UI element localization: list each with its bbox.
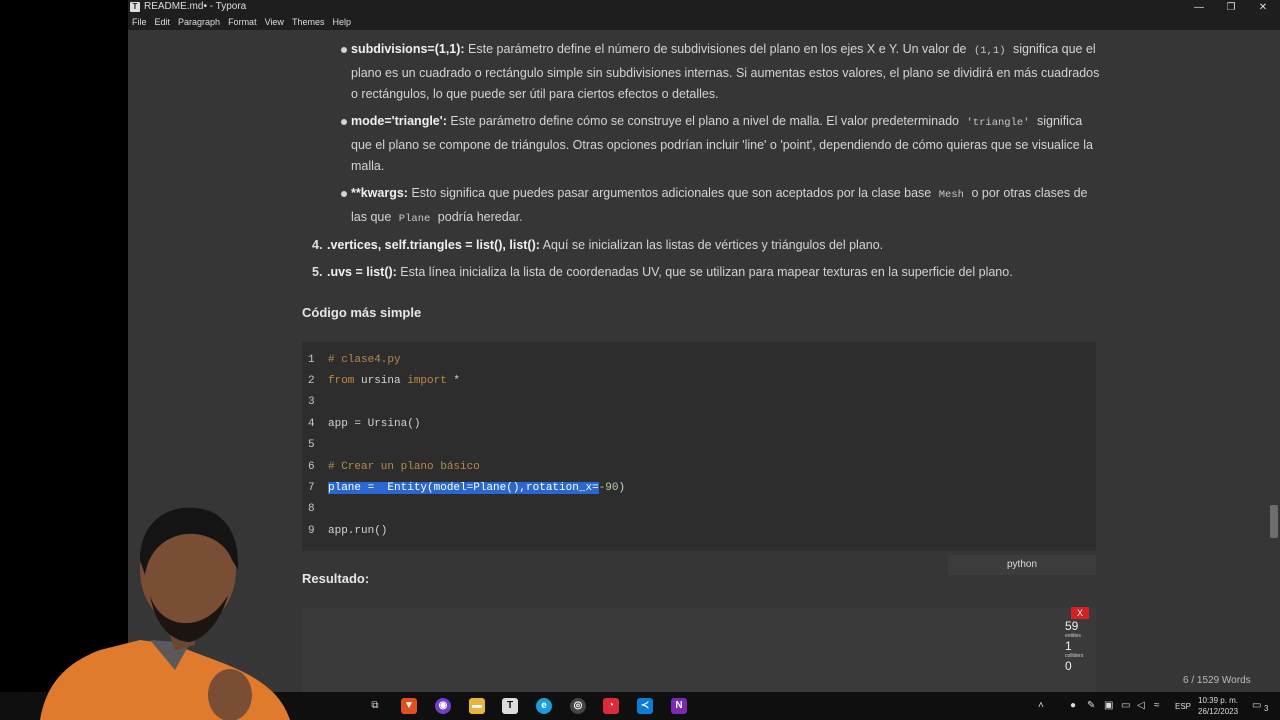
notification-icon[interactable]: ▭ [1252, 700, 1261, 711]
bullet-kwargs-text1: Esto significa que puedes pasar argument… [407, 186, 932, 200]
typora-window: T README.md• - Typora — ❐ ✕ File Edit Para… [128, 0, 1280, 692]
code-line: 5 [308, 439, 315, 451]
clock-date: 26/12/2023 [1198, 707, 1239, 716]
typora-taskbar-icon[interactable]: T [502, 698, 518, 714]
numbered-item-5-term: .uvs = list(): [327, 265, 397, 279]
wifi-icon[interactable]: ≈ [1154, 700, 1160, 711]
code-block[interactable]: 1 # clase4.py 2 from ursina import * 3 4 ap… [302, 342, 1096, 551]
code-line: 6 # Crear un plano básico [308, 461, 480, 473]
menu-view[interactable]: View [261, 15, 288, 29]
github-icon[interactable]: ◉ [435, 698, 451, 714]
clock-time: 10:39 p. m. [1198, 696, 1239, 705]
menu-format[interactable]: Format [224, 15, 261, 29]
notification-count: 3 [1264, 704, 1269, 713]
brave-icon[interactable]: ▼ [401, 698, 417, 714]
bullet-subdivisions-term: subdivisions=(1,1): [351, 42, 465, 56]
close-button[interactable]: ✕ [1248, 0, 1278, 15]
network-icon[interactable]: ▭ [1121, 700, 1130, 711]
task-view-icon[interactable]: ⧉ [367, 698, 383, 714]
volume-icon[interactable]: ◁ [1137, 700, 1145, 711]
bullet-kwargs-term: **kwargs: [351, 186, 408, 200]
typora-app-icon: T [130, 2, 140, 12]
bullet-subdivisions-text1: Este parámetro define el número de subdi… [464, 42, 967, 56]
code-line: 8 [308, 503, 315, 515]
ursina-stats-overlay: X 59 entities 1 colliders 0 [1065, 607, 1095, 673]
menu-themes[interactable]: Themes [288, 15, 329, 29]
language-indicator[interactable]: ESP [1175, 702, 1191, 711]
obs-icon[interactable]: ◎ [570, 698, 586, 714]
menu-edit[interactable]: Edit [151, 15, 175, 29]
numbered-item-4-term: .vertices, self.triangles = list(), list… [327, 238, 540, 252]
inline-code: Plane [398, 212, 431, 225]
numbered-item-5-text: Esta línea inicializa la lista de coorde… [396, 265, 1013, 279]
bullet-kwargs-text3: podría heredar. [437, 209, 523, 224]
numbered-item-5: .uvs = list(): Esta línea inicializa la … [327, 265, 1127, 279]
scrollbar-thumb[interactable] [1270, 505, 1278, 538]
code-line: 2 from ursina import * [308, 375, 461, 387]
editor-content[interactable]: subdivisions=(1,1): Este parámetro defin… [128, 30, 1280, 692]
title-bar: T README.md• - Typora — ❐ ✕ [128, 0, 1280, 15]
entities-count: 1 [1065, 639, 1072, 653]
code-line: 3 [308, 396, 315, 408]
heading-resultado: Resultado: [302, 571, 370, 586]
text-selection[interactable]: plane = Entity(model=Plane(),rotation_x= [328, 482, 599, 494]
inline-code: Mesh [938, 189, 964, 201]
tray-pen-icon[interactable]: ✎ [1087, 700, 1095, 711]
chevron-up-icon[interactable]: ˄ [1038, 700, 1044, 711]
webcam-person-overlay [40, 507, 290, 720]
word-count[interactable]: 6 / 1529 Words [1183, 675, 1251, 686]
bullet-dot [341, 47, 347, 53]
tray-app-icon[interactable]: ● [1070, 700, 1076, 711]
bullet-mode-term: mode='triangle': [351, 114, 447, 128]
app-red-icon[interactable]: ◔ [603, 698, 619, 714]
menu-file[interactable]: File [128, 15, 151, 29]
code-line: 9 app.run() [308, 525, 388, 537]
folder-icon[interactable]: ▬ [469, 698, 485, 714]
menu-help[interactable]: Help [328, 15, 355, 29]
menu-paragraph[interactable]: Paragraph [174, 15, 224, 29]
list-number: 4. [312, 238, 323, 252]
tray-display-icon[interactable]: ▣ [1104, 700, 1113, 711]
minimize-button[interactable]: — [1184, 0, 1214, 15]
numbered-item-4: .vertices, self.triangles = list(), list… [327, 238, 1127, 252]
code-line: 1 # clase4.py [308, 354, 401, 366]
bullet-mode: mode='triangle': Este parámetro define c… [351, 111, 1101, 178]
menu-bar: File Edit Paragraph Format View Themes Help [128, 15, 1280, 30]
bullet-subdivisions: subdivisions=(1,1): Este parámetro defin… [351, 39, 1101, 106]
system-clock[interactable]: 10:39 p. m. 26/12/2023 [1198, 695, 1238, 717]
bullet-mode-text1: Este parámetro define cómo se construye … [446, 114, 959, 128]
close-x-button[interactable]: X [1071, 607, 1089, 619]
code-line: 4 app = Ursina() [308, 418, 421, 430]
inline-code: (1,1) [974, 45, 1006, 57]
vscode-icon[interactable]: ≺ [637, 698, 653, 714]
restore-button[interactable]: ❐ [1216, 0, 1246, 15]
heading-codigo-mas-simple: Código más simple [302, 305, 422, 320]
numbered-item-4-text: Aquí se inicializan las listas de vértic… [539, 238, 884, 252]
result-image [302, 608, 1096, 692]
colliders-count: 0 [1065, 659, 1072, 673]
onenote-icon[interactable]: N [671, 698, 687, 714]
bullet-kwargs: **kwargs: Esto significa que puedes pasa… [351, 183, 1101, 230]
window-title: README.md• - Typora [144, 1, 247, 12]
edge-icon[interactable]: e [536, 698, 552, 714]
fps-counter: 59 [1065, 619, 1079, 633]
bullet-dot [341, 119, 347, 125]
list-number: 5. [312, 265, 323, 279]
code-language-selector[interactable]: python [948, 555, 1096, 575]
code-line-selected: 7 plane = Entity(model=Plane(),rotation_x… [308, 482, 626, 494]
inline-code: 'triangle' [966, 117, 1030, 129]
bullet-dot [341, 191, 347, 197]
